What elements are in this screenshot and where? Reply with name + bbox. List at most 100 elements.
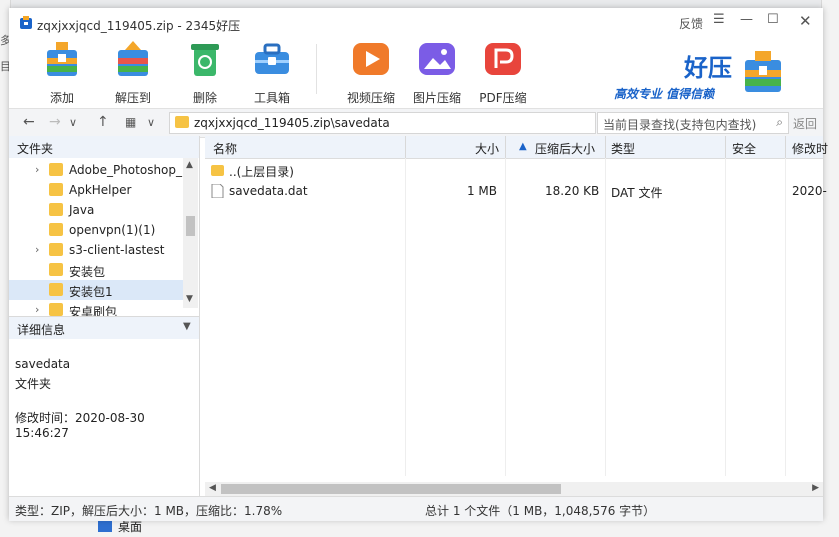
scroll-left-icon[interactable]: ◀ (209, 483, 216, 493)
details-header[interactable]: 详细信息 ▼ (9, 316, 199, 339)
toolbox-label: 工具箱 (253, 91, 290, 105)
pdf-compress-button[interactable]: PDF压缩 (473, 38, 533, 106)
tree-scrollbar[interactable]: ▲ ▼ (183, 158, 198, 308)
tree-item[interactable]: › 安卓刷包 (9, 300, 183, 316)
add-label: 添加 (49, 91, 74, 105)
tree-item[interactable]: Java (9, 200, 183, 220)
folder-icon (49, 163, 63, 176)
grid-line (785, 158, 786, 476)
view-mode-icon[interactable]: ▦ (125, 115, 136, 129)
tree-item[interactable]: openvpn(1)(1) (9, 220, 183, 240)
close-icon[interactable]: ✕ (799, 12, 812, 30)
folder-icon (49, 243, 63, 256)
title-bar: zqxjxxjqcd_119405.zip - 2345好压 反馈 ☰ — ☐ … (9, 8, 823, 108)
status-right: 总计 1 个文件（1 MB，1,048,576 字节） (425, 504, 656, 518)
scroll-up-icon[interactable]: ▲ (186, 160, 193, 170)
toolbar-divider (316, 44, 317, 94)
image-compress-icon (419, 43, 455, 75)
column-compressed[interactable]: 压缩后大小 (535, 140, 595, 157)
view-mode-chevron-icon[interactable]: ∨ (147, 116, 155, 129)
horizontal-scroll-thumb[interactable] (221, 484, 561, 494)
folder-icon (49, 223, 63, 236)
back-icon[interactable]: ← (23, 114, 35, 130)
row-modified: 2020- (792, 184, 827, 198)
sort-ascending-icon: ▲ (519, 141, 527, 152)
scroll-down-icon[interactable]: ▼ (186, 294, 193, 304)
forward-icon[interactable]: → (49, 114, 61, 130)
background-right-strip (821, 0, 839, 537)
window-title: zqxjxxjqcd_119405.zip - 2345好压 (37, 19, 241, 33)
details-type: 文件夹 (15, 377, 52, 391)
column-divider (725, 136, 726, 158)
tree-item[interactable]: › Adobe_Photoshop_ (9, 160, 183, 180)
file-list: 名称 大小 ▲ 压缩后大小 类型 安全 修改时 ..(上层目录) savedat… (205, 136, 828, 496)
column-modified[interactable]: 修改时 (792, 140, 828, 157)
collapse-chevron-icon[interactable]: ▼ (183, 321, 191, 332)
folder-icon (49, 263, 63, 276)
column-security[interactable]: 安全 (732, 140, 756, 157)
tree-item[interactable]: 安装包 (9, 260, 183, 280)
tree-item-label: 安装包 (69, 265, 106, 279)
brand-block: 好压 高效专业 值得信赖 (614, 48, 732, 102)
brand-logo-icon (745, 51, 781, 92)
tree-item-label: 安装包1 (69, 285, 113, 299)
search-icon[interactable]: ⌕ (776, 115, 783, 130)
maximize-icon[interactable]: ☐ (767, 12, 779, 27)
row-compressed: 18.20 KB (545, 184, 600, 198)
address-input[interactable]: zqxjxxjqcd_119405.zip\savedata (169, 112, 596, 134)
history-chevron-icon[interactable]: ∨ (69, 116, 77, 129)
delete-button[interactable]: 删除 (175, 38, 235, 106)
table-row-parent[interactable]: ..(上层目录) (205, 160, 823, 180)
column-size[interactable]: 大小 (475, 140, 499, 157)
extract-to-button[interactable]: 解压到 (103, 38, 163, 106)
add-archive-icon (47, 42, 77, 76)
add-button[interactable]: 添加 (32, 38, 92, 106)
details-modified: 修改时间：2020-08-30 15:46:27 (15, 411, 145, 440)
video-compress-label: 视频压缩 (346, 91, 395, 105)
column-name[interactable]: 名称 (213, 140, 237, 157)
brand-name: 好压 (684, 54, 732, 82)
folder-icon (49, 303, 63, 316)
table-row[interactable]: savedata.dat 1 MB 18.20 KB DAT 文件 2020- (205, 181, 827, 201)
tree-item-label: s3-client-lastest (69, 243, 165, 257)
status-left: 类型：ZIP，解压后大小：1 MB，压缩比：1.78% (15, 504, 283, 518)
up-level-icon[interactable]: ↑ (97, 114, 109, 130)
column-divider (405, 136, 406, 158)
feedback-button[interactable]: 反馈 (679, 15, 703, 32)
tree-item-label: 安卓刷包 (69, 305, 118, 316)
folder-icon (211, 165, 224, 176)
tree-item[interactable]: ApkHelper (9, 180, 183, 200)
grid-line (505, 158, 506, 476)
folder-icon (49, 283, 63, 296)
details-title: 详细信息 (17, 323, 66, 337)
row-name: ..(上层目录) (229, 165, 294, 179)
row-name: savedata.dat (229, 184, 308, 198)
scroll-right-icon[interactable]: ▶ (812, 483, 819, 493)
column-type[interactable]: 类型 (611, 140, 635, 157)
tree-item[interactable]: › s3-client-lastest (9, 240, 183, 260)
delete-label: 删除 (192, 91, 217, 105)
grid-line (725, 158, 726, 476)
image-compress-button[interactable]: 图片压缩 (407, 38, 467, 106)
tree-item-label: Java (69, 203, 95, 217)
horizontal-scrollbar[interactable]: ◀ ▶ (205, 482, 823, 496)
minimize-icon[interactable]: — (740, 12, 753, 27)
file-list-header: 名称 大小 ▲ 压缩后大小 类型 安全 修改时 (205, 136, 828, 159)
details-name: savedata (15, 357, 71, 371)
expand-chevron-icon[interactable]: › (35, 163, 39, 176)
app-window: zqxjxxjqcd_119405.zip - 2345好压 反馈 ☰ — ☐ … (9, 8, 828, 521)
search-input[interactable]: 当前目录查找(支持包内查找) ⌕ (597, 112, 789, 134)
video-compress-button[interactable]: 视频压缩 (341, 38, 401, 106)
hamburger-icon[interactable]: ☰ (713, 12, 725, 27)
image-compress-label: 图片压缩 (412, 91, 461, 105)
return-button[interactable]: 返回 (793, 115, 817, 132)
tree-item[interactable]: 安装包1 (9, 280, 183, 300)
expand-chevron-icon[interactable]: › (35, 303, 39, 316)
toolbox-button[interactable]: 工具箱 (242, 38, 302, 106)
toolbox-icon (255, 43, 289, 74)
column-divider (605, 136, 606, 158)
grid-line (605, 158, 606, 476)
scroll-thumb[interactable] (186, 216, 195, 236)
search-placeholder: 当前目录查找(支持包内查找) (603, 118, 757, 132)
expand-chevron-icon[interactable]: › (35, 243, 39, 256)
